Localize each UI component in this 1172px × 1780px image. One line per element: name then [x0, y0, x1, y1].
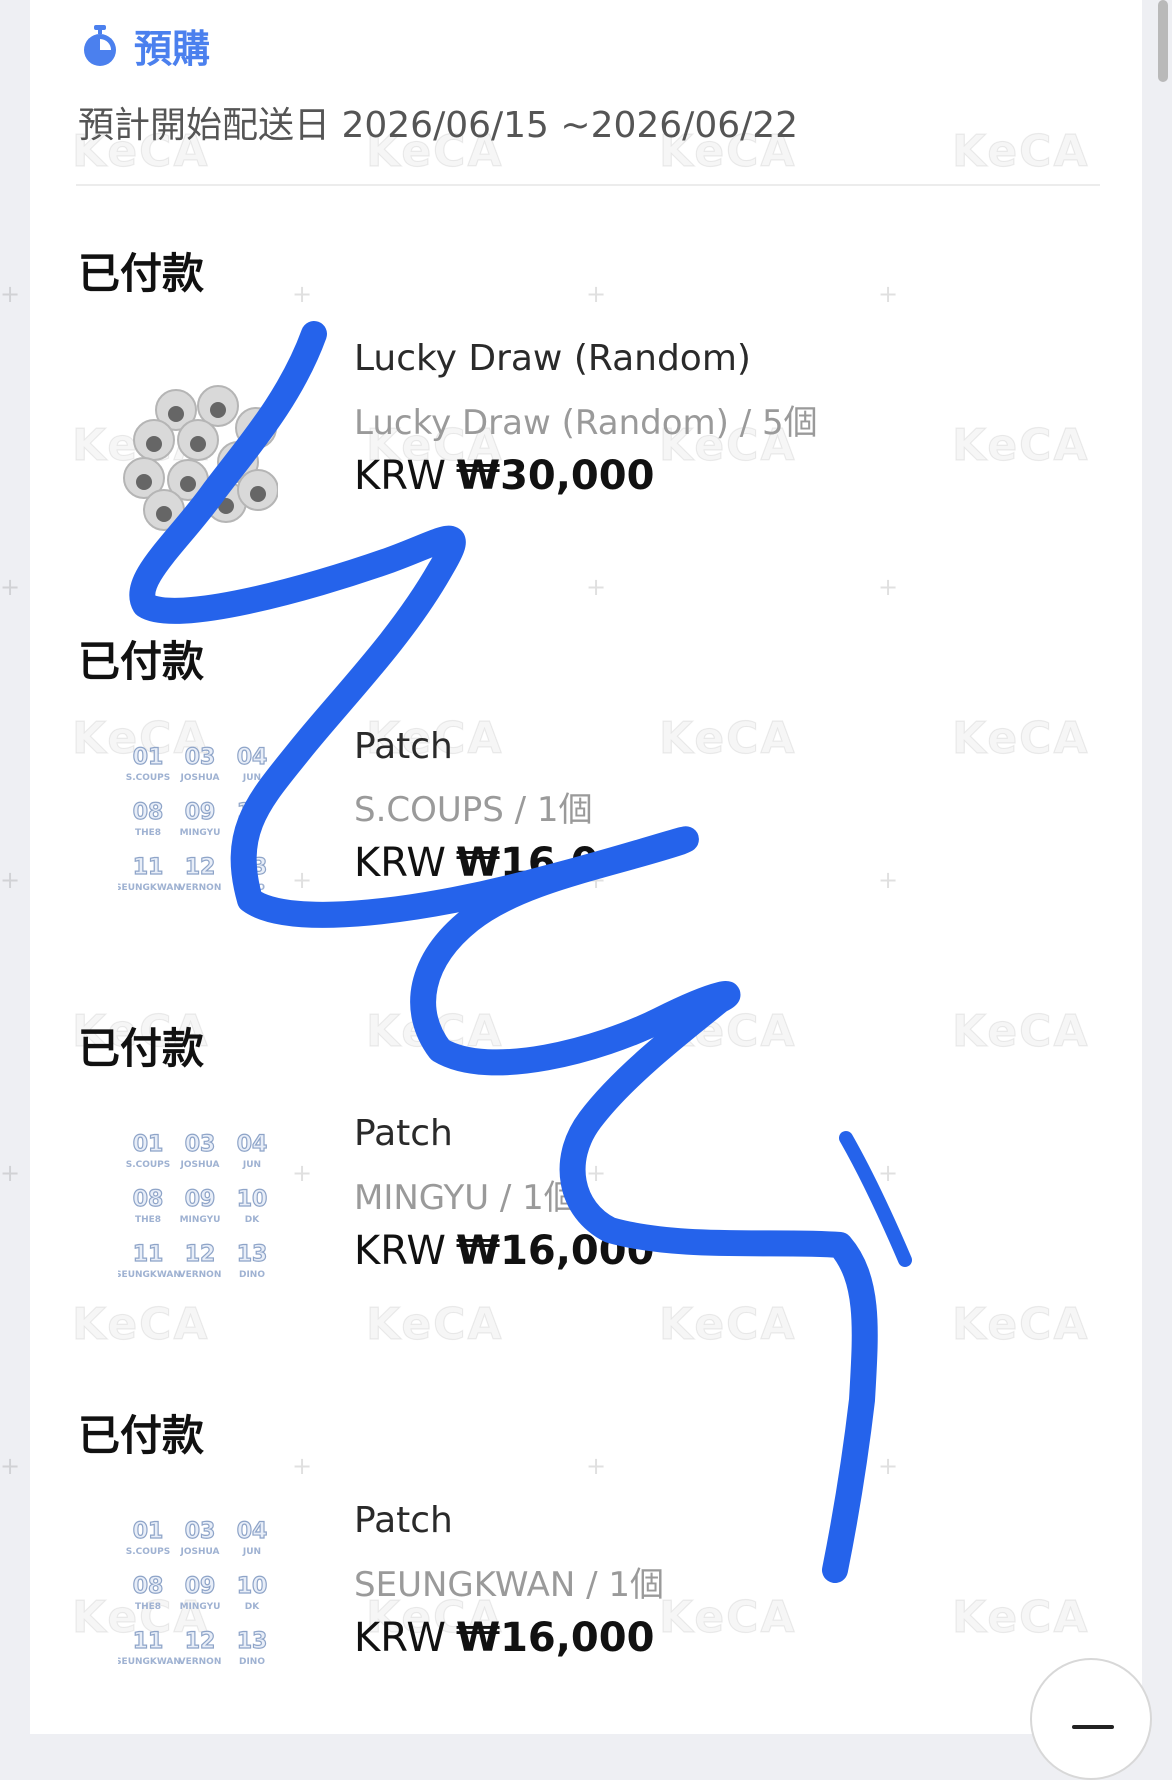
- product-thumbnail-photo-badges[interactable]: [118, 358, 278, 558]
- product-thumbnail-patch-grid[interactable]: 01 S.COUPS 03 JOSHUA 04 JUN 08 THE8 09 MINGYU 10 DK…: [118, 742, 278, 942]
- price-currency: KRW: [354, 1228, 446, 1274]
- patch-number: 10: [237, 1574, 268, 1599]
- product-name[interactable]: Patch: [354, 1500, 453, 1541]
- patch-member-name: VERNON: [179, 1657, 222, 1667]
- minus-icon: [1072, 1725, 1114, 1729]
- patch-member-name: SEUNGKWAN: [118, 1270, 181, 1280]
- patch-member-name: SEUNGKWAN: [118, 1657, 181, 1667]
- patch-member-name: VERNON: [179, 883, 222, 893]
- patch-number: 12: [185, 1629, 216, 1654]
- patch-number: 03: [185, 1132, 216, 1157]
- patch-number: 11: [133, 855, 164, 880]
- patch-member-name: DK: [245, 1602, 260, 1612]
- patch-member-name: JUN: [242, 1160, 261, 1170]
- patch-member-name: JOSHUA: [179, 773, 219, 783]
- patch-member-name: DINO: [239, 883, 265, 893]
- product-price: KRW ₩16,000: [354, 1228, 654, 1274]
- patch-number: 04: [237, 1519, 268, 1544]
- patch-number: 09: [185, 1574, 216, 1599]
- patch-member-name: JOSHUA: [179, 1160, 219, 1170]
- patch-number: 12: [185, 1242, 216, 1267]
- ship-date-range: 2026/06/15 ~2026/06/22: [341, 105, 799, 146]
- patch-member-name: JUN: [242, 773, 261, 783]
- product-name[interactable]: Lucky Draw (Random): [354, 338, 751, 379]
- product-thumbnail-patch-grid[interactable]: 01 S.COUPS 03 JOSHUA 04 JUN 08 THE8 09 MINGYU 10 DK…: [118, 1516, 278, 1716]
- divider: [76, 184, 1100, 186]
- product-price: KRW ₩30,000: [354, 453, 654, 499]
- patch-number: 01: [133, 1132, 164, 1157]
- patch-number: 04: [237, 1132, 268, 1157]
- product-name[interactable]: Patch: [354, 726, 453, 767]
- watermark-plus: +: [0, 573, 21, 601]
- patch-number: 03: [185, 1519, 216, 1544]
- patch-number: 13: [237, 855, 268, 880]
- patch-member-name: SEUNGKWAN: [118, 883, 181, 893]
- patch-number: 03: [185, 745, 216, 770]
- patch-number: 01: [133, 745, 164, 770]
- patch-number: 04: [237, 745, 268, 770]
- payment-status: 已付款: [78, 249, 205, 298]
- patch-member-name: THE8: [135, 828, 161, 838]
- product-option: SEUNGKWAN / 1個: [354, 1565, 664, 1605]
- patch-number: 11: [133, 1242, 164, 1267]
- watermark-plus: +: [0, 866, 21, 894]
- patch-number: 13: [237, 1629, 268, 1654]
- patch-member-name: S.COUPS: [126, 773, 171, 783]
- patch-member-name: DINO: [239, 1270, 265, 1280]
- patch-member-name: THE8: [135, 1602, 161, 1612]
- watermark-plus: +: [0, 280, 21, 308]
- timer-icon: [84, 24, 116, 66]
- price-amount: ₩30,000: [455, 453, 655, 499]
- product-option: MINGYU / 1個: [354, 1178, 578, 1218]
- price-currency: KRW: [354, 840, 446, 886]
- product-option: S.COUPS / 1個: [354, 790, 593, 830]
- patch-number: 09: [185, 800, 216, 825]
- price-currency: KRW: [354, 453, 446, 499]
- price-currency: KRW: [354, 1615, 446, 1661]
- patch-member-name: DINO: [239, 1657, 265, 1667]
- scrollbar-thumb[interactable]: [1158, 0, 1168, 82]
- preorder-header: 預購: [80, 18, 210, 73]
- patch-number: 11: [133, 1629, 164, 1654]
- price-amount: ₩16,000: [455, 1615, 655, 1661]
- patch-member-name: JOSHUA: [179, 1547, 219, 1557]
- preorder-title: 預購: [134, 27, 211, 71]
- patch-member-name: DK: [245, 828, 260, 838]
- patch-member-name: VERNON: [179, 1270, 222, 1280]
- ship-date-label: 預計開始配送日: [78, 105, 331, 146]
- product-price: KRW ₩16,000: [354, 1615, 654, 1661]
- product-name[interactable]: Patch: [354, 1113, 453, 1154]
- watermark-plus: +: [0, 1452, 21, 1480]
- payment-status: 已付款: [78, 637, 205, 686]
- price-amount: ₩16,000: [455, 1228, 655, 1274]
- patch-member-name: MINGYU: [180, 828, 221, 838]
- product-price: KRW ₩16,0: [354, 840, 599, 886]
- payment-status: 已付款: [78, 1024, 205, 1073]
- patch-number: 08: [133, 1574, 164, 1599]
- patch-number: 09: [185, 1187, 216, 1212]
- payment-status: 已付款: [78, 1411, 205, 1460]
- patch-member-name: THE8: [135, 1215, 161, 1225]
- price-amount: ₩16,0: [455, 840, 599, 886]
- product-option: Lucky Draw (Random) / 5個: [354, 403, 818, 443]
- patch-member-name: DK: [245, 1215, 260, 1225]
- patch-member-name: MINGYU: [180, 1215, 221, 1225]
- watermark-plus: +: [0, 1159, 21, 1187]
- patch-number: 08: [133, 800, 164, 825]
- patch-member-name: S.COUPS: [126, 1547, 171, 1557]
- patch-number: 12: [185, 855, 216, 880]
- patch-number: 13: [237, 1242, 268, 1267]
- patch-member-name: MINGYU: [180, 1602, 221, 1612]
- patch-number: 01: [133, 1519, 164, 1544]
- patch-number: 10: [237, 800, 268, 825]
- product-thumbnail-patch-grid[interactable]: 01 S.COUPS 03 JOSHUA 04 JUN 08 THE8 09 MINGYU 10 DK…: [118, 1129, 278, 1329]
- patch-number: 08: [133, 1187, 164, 1212]
- floating-action-button[interactable]: [1030, 1658, 1152, 1780]
- patch-number: 10: [237, 1187, 268, 1212]
- estimated-shipping-date: 預計開始配送日 2026/06/15 ~2026/06/22: [78, 96, 798, 148]
- patch-member-name: S.COUPS: [126, 1160, 171, 1170]
- patch-member-name: JUN: [242, 1547, 261, 1557]
